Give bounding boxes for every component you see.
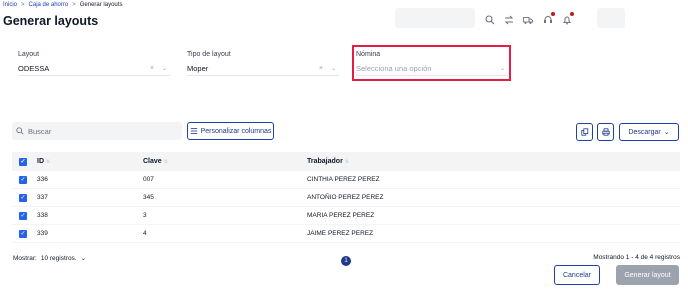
personalizar-columnas-button[interactable]: Personalizar columnas (187, 122, 274, 140)
pagination-page[interactable]: 1 (341, 256, 351, 266)
breadcrumb: Inicio > Caja de ahorro > Generar layout… (3, 2, 122, 8)
chevron-down-icon: ⌄ (330, 66, 336, 72)
notification-dot (570, 12, 574, 16)
cell-trabajador: JAIME PEREZ PEREZ (307, 230, 374, 237)
breadcrumb-current: Generar layouts (79, 2, 123, 8)
bell-icon[interactable] (561, 12, 574, 26)
notification-dot (551, 12, 555, 16)
tipo-layout-label: Tipo de layout (187, 51, 231, 58)
table-row[interactable]: ✓ 338 3 MARIA PEREZ PEREZ (12, 207, 680, 225)
header-id[interactable]: ID ⇅ (34, 158, 143, 165)
header-clave[interactable]: Clave ⇅ (143, 158, 307, 165)
layout-select-value: ODESSA (18, 64, 50, 73)
breadcrumb-separator: > (72, 2, 76, 8)
cancel-button[interactable]: Cancelar (554, 265, 600, 285)
cell-id: 337 (37, 194, 48, 201)
search-icon[interactable] (484, 14, 496, 26)
cell-trabajador: ANTOÑIO PEREZ PEREZ (307, 194, 384, 201)
sort-icon: ⇅ (46, 159, 51, 165)
top-search-box[interactable] (395, 8, 475, 28)
cell-id: 336 (37, 176, 48, 183)
cell-id: 338 (37, 212, 48, 219)
cell-clave: 3 (143, 212, 147, 219)
table-row[interactable]: ✓ 337 345 ANTOÑIO PEREZ PEREZ (12, 189, 680, 207)
header-trabajador[interactable]: Trabajador ⇅ (307, 158, 680, 165)
cell-trabajador: CINTHIA PEREZ PEREZ (307, 176, 380, 183)
page-size-value: 10 registros. (40, 254, 77, 262)
row-checkbox[interactable]: ✓ (19, 211, 27, 220)
chevron-down-icon: ⌄ (499, 66, 505, 72)
table-header: ✓ ID ⇅ Clave ⇅ Trabajador ⇅ (12, 152, 680, 171)
clear-icon[interactable]: × (150, 65, 154, 72)
refresh-icon[interactable] (503, 14, 515, 26)
breadcrumb-inicio[interactable]: Inicio (3, 2, 17, 8)
cell-clave: 4 (143, 230, 147, 237)
personalizar-columnas-label: Personalizar columnas (200, 127, 272, 135)
chevron-down-icon: ⌄ (663, 129, 670, 136)
sort-icon: ⇅ (163, 159, 168, 165)
print-button[interactable] (597, 123, 614, 141)
breadcrumb-caja-de-ahorro[interactable]: Caja de ahorro (29, 2, 69, 8)
layout-select[interactable]: ODESSA × ⌄ (18, 62, 170, 76)
cell-clave: 007 (143, 176, 154, 183)
generar-layout-button[interactable]: Generar layout (616, 265, 679, 285)
cell-clave: 345 (143, 194, 154, 201)
records-summary: Mostrando 1 - 4 de 4 registros (593, 254, 680, 261)
support-icon[interactable] (542, 12, 555, 26)
page-size-select[interactable]: Mostrar: 10 registros. ⌄ (13, 254, 87, 263)
clear-icon[interactable]: × (319, 65, 323, 72)
workers-table: ✓ ID ⇅ Clave ⇅ Trabajador ⇅ ✓ 336 007 CINTH… (12, 152, 680, 243)
nomina-select[interactable]: Selecciona una opción ⌄ (356, 62, 508, 76)
table-row[interactable]: ✓ 336 007 CINTHIA PEREZ PEREZ (12, 171, 680, 189)
row-checkbox[interactable]: ✓ (19, 175, 27, 184)
row-checkbox[interactable]: ✓ (19, 229, 27, 238)
mostrar-label: Mostrar: (13, 254, 37, 262)
descargar-label: Descargar (628, 128, 661, 136)
page-title: Generar layouts (3, 14, 99, 28)
nomina-select-placeholder: Selecciona una opción (356, 64, 432, 73)
truck-icon[interactable] (522, 14, 534, 26)
chevron-down-icon: ⌄ (80, 255, 87, 262)
breadcrumb-separator: > (21, 2, 25, 8)
copy-icon (580, 128, 588, 136)
cell-id: 339 (37, 230, 48, 237)
select-all-checkbox[interactable]: ✓ (19, 157, 27, 166)
nomina-label: Nómina (356, 51, 381, 58)
search-input[interactable]: Buscar (12, 122, 182, 140)
tipo-layout-select[interactable]: Moper × ⌄ (187, 62, 339, 76)
sort-icon: ⇅ (344, 159, 349, 165)
user-avatar-box[interactable] (597, 8, 625, 28)
descargar-button[interactable]: Descargar ⌄ (619, 123, 679, 141)
tipo-layout-select-value: Moper (187, 64, 209, 73)
table-row[interactable]: ✓ 339 4 JAIME PEREZ PEREZ (12, 225, 680, 243)
chevron-down-icon: ⌄ (161, 66, 167, 72)
search-placeholder: Buscar (28, 126, 52, 136)
cell-trabajador: MARIA PEREZ PEREZ (307, 212, 375, 219)
print-icon (601, 128, 610, 136)
row-checkbox[interactable]: ✓ (19, 193, 27, 202)
copy-button[interactable] (576, 123, 593, 141)
columns-icon (190, 128, 197, 134)
layout-label: Layout (18, 51, 40, 58)
search-icon (16, 127, 24, 135)
